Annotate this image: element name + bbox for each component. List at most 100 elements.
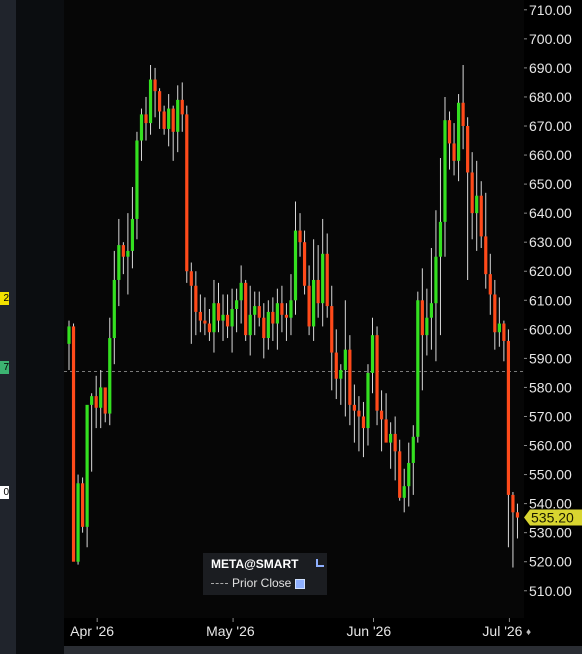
candle-body bbox=[117, 245, 121, 280]
candle bbox=[370, 317, 375, 394]
candle bbox=[121, 242, 125, 275]
candle bbox=[325, 233, 329, 318]
candle-body bbox=[461, 102, 465, 126]
candle bbox=[506, 329, 511, 548]
candle-body bbox=[479, 195, 483, 237]
edit-symbol-icon[interactable] bbox=[316, 559, 324, 567]
candle-body bbox=[275, 303, 279, 324]
price-axis[interactable]: 510.00 520.00 530.00 540.00 550.00 560.00 570.… bbox=[524, 0, 582, 618]
candle-body bbox=[108, 338, 112, 414]
candle-body bbox=[393, 433, 397, 452]
candle-body bbox=[139, 114, 144, 141]
candle bbox=[239, 265, 243, 324]
candle-body bbox=[257, 306, 261, 318]
candle-body bbox=[239, 282, 243, 301]
timeline-scrollbar[interactable] bbox=[64, 646, 582, 654]
candle-body bbox=[456, 102, 461, 161]
candle-body bbox=[411, 436, 415, 463]
candle bbox=[221, 294, 225, 341]
candle-body bbox=[357, 410, 361, 417]
candle bbox=[511, 492, 515, 568]
price-tick-label: 530.00 bbox=[529, 525, 572, 541]
candle bbox=[71, 323, 76, 562]
candle bbox=[117, 218, 121, 307]
candle-body bbox=[216, 303, 221, 321]
candle-body bbox=[235, 300, 239, 309]
candle bbox=[212, 279, 216, 353]
candle-body bbox=[298, 230, 302, 243]
candle bbox=[148, 65, 153, 135]
last-price-label: 535.20 bbox=[531, 510, 574, 526]
candle bbox=[502, 320, 506, 362]
candle bbox=[307, 265, 311, 336]
candle-body bbox=[484, 236, 488, 275]
candle bbox=[253, 291, 257, 336]
candle-body bbox=[515, 512, 520, 518]
candle-body bbox=[167, 108, 171, 129]
candle bbox=[225, 294, 230, 339]
candle bbox=[461, 65, 465, 150]
candle bbox=[475, 160, 479, 251]
candle bbox=[94, 375, 98, 429]
legend-prior-close[interactable]: Prior Close bbox=[211, 576, 306, 590]
candle-body bbox=[207, 323, 212, 333]
candle-body bbox=[198, 311, 202, 321]
price-tick-label: 630.00 bbox=[529, 234, 572, 250]
time-axis[interactable]: Apr '26 May '26 Jun '26 Jul '26 ♦ bbox=[64, 618, 582, 646]
candle-body bbox=[497, 323, 501, 333]
candle bbox=[158, 88, 162, 129]
price-tick-label: 610.00 bbox=[529, 292, 572, 308]
candle-body bbox=[244, 282, 248, 336]
candle bbox=[99, 370, 103, 429]
candle-body bbox=[416, 300, 420, 437]
candle bbox=[271, 297, 275, 341]
candle-body bbox=[85, 404, 89, 527]
candle bbox=[402, 468, 406, 513]
candle bbox=[488, 253, 492, 315]
candle bbox=[493, 279, 497, 350]
candle-body bbox=[293, 230, 298, 301]
candle bbox=[393, 416, 397, 481]
candle-body bbox=[153, 79, 157, 92]
candle-body bbox=[144, 114, 148, 124]
candle bbox=[293, 201, 298, 315]
candle-body bbox=[130, 218, 135, 251]
candle-body bbox=[325, 253, 329, 307]
candle bbox=[275, 288, 279, 350]
candle bbox=[144, 96, 148, 141]
chart-legend[interactable]: META@SMART Prior Close bbox=[203, 553, 327, 595]
candle bbox=[334, 329, 338, 400]
candle bbox=[443, 96, 447, 257]
candle-body bbox=[352, 404, 356, 411]
candle bbox=[230, 288, 234, 353]
candle bbox=[257, 291, 261, 327]
candle-body bbox=[121, 245, 125, 257]
candle-body bbox=[271, 311, 275, 324]
candle-body bbox=[135, 140, 139, 219]
chart-plot-area[interactable] bbox=[64, 0, 524, 618]
time-tick-label: Apr '26 bbox=[70, 623, 114, 639]
candle-body bbox=[171, 108, 175, 132]
candle bbox=[167, 94, 171, 147]
candle-body bbox=[253, 306, 257, 315]
time-tick-label: Jul '26 bbox=[482, 623, 522, 639]
axis-handle-icon[interactable]: ♦ bbox=[526, 627, 531, 638]
left-panel-gap bbox=[16, 0, 64, 654]
price-tick-label: 650.00 bbox=[529, 176, 572, 192]
candlestick-chart[interactable] bbox=[64, 0, 524, 618]
candle bbox=[456, 94, 461, 182]
candle bbox=[90, 393, 94, 472]
candle bbox=[452, 123, 456, 176]
checkbox-icon[interactable] bbox=[295, 578, 306, 589]
candle bbox=[76, 474, 80, 565]
candle bbox=[366, 364, 370, 446]
candle-body bbox=[266, 311, 270, 339]
legend-prior-close-label: Prior Close bbox=[232, 576, 292, 590]
candle bbox=[289, 274, 293, 336]
candle bbox=[112, 250, 116, 365]
left-badge: 2 bbox=[0, 292, 9, 305]
price-tick-label: 700.00 bbox=[529, 31, 572, 47]
candle bbox=[352, 384, 356, 443]
candle-body bbox=[361, 416, 366, 429]
candle-body bbox=[176, 99, 180, 132]
